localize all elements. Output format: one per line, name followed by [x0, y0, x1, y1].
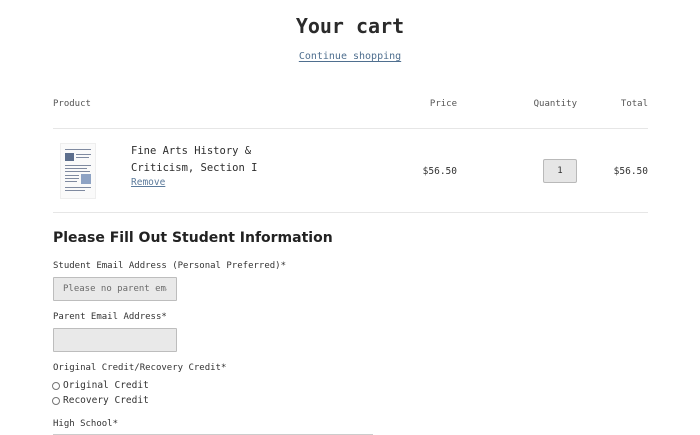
document-thumbnail-icon[interactable]: [60, 143, 96, 199]
table-divider: [53, 212, 648, 213]
column-header-quantity: Quantity: [533, 99, 577, 109]
continue-shopping-container: Continue shopping: [0, 51, 700, 62]
item-price: $56.50: [422, 166, 457, 177]
original-credit-label: Original Credit: [63, 380, 149, 391]
parent-email-field[interactable]: [53, 328, 177, 352]
original-credit-radio[interactable]: [52, 381, 60, 390]
student-email-field[interactable]: [53, 277, 177, 301]
credit-type-label: Original Credit/Recovery Credit*: [53, 363, 227, 373]
recovery-credit-option[interactable]: Recovery Credit: [52, 395, 149, 406]
page-title: Your cart: [295, 14, 405, 38]
high-school-label: High School*: [53, 419, 119, 429]
column-header-price: Price: [429, 99, 457, 109]
form-title: Please Fill Out Student Information: [53, 230, 333, 246]
quantity-input[interactable]: [543, 159, 577, 183]
recovery-credit-radio[interactable]: [52, 396, 60, 405]
remove-item-link[interactable]: Remove: [131, 177, 165, 188]
student-email-label: Student Email Address (Personal Preferre…: [53, 261, 286, 271]
table-divider: [53, 128, 648, 129]
column-header-product: Product: [53, 99, 91, 109]
continue-shopping-link[interactable]: Continue shopping: [299, 51, 401, 62]
parent-email-label: Parent Email Address*: [53, 312, 167, 322]
recovery-credit-label: Recovery Credit: [63, 395, 149, 406]
item-total: $56.50: [613, 166, 648, 177]
product-name[interactable]: Fine Arts History & Criticism, Section I: [131, 143, 301, 177]
original-credit-option[interactable]: Original Credit: [52, 380, 149, 391]
column-header-total: Total: [620, 99, 648, 109]
